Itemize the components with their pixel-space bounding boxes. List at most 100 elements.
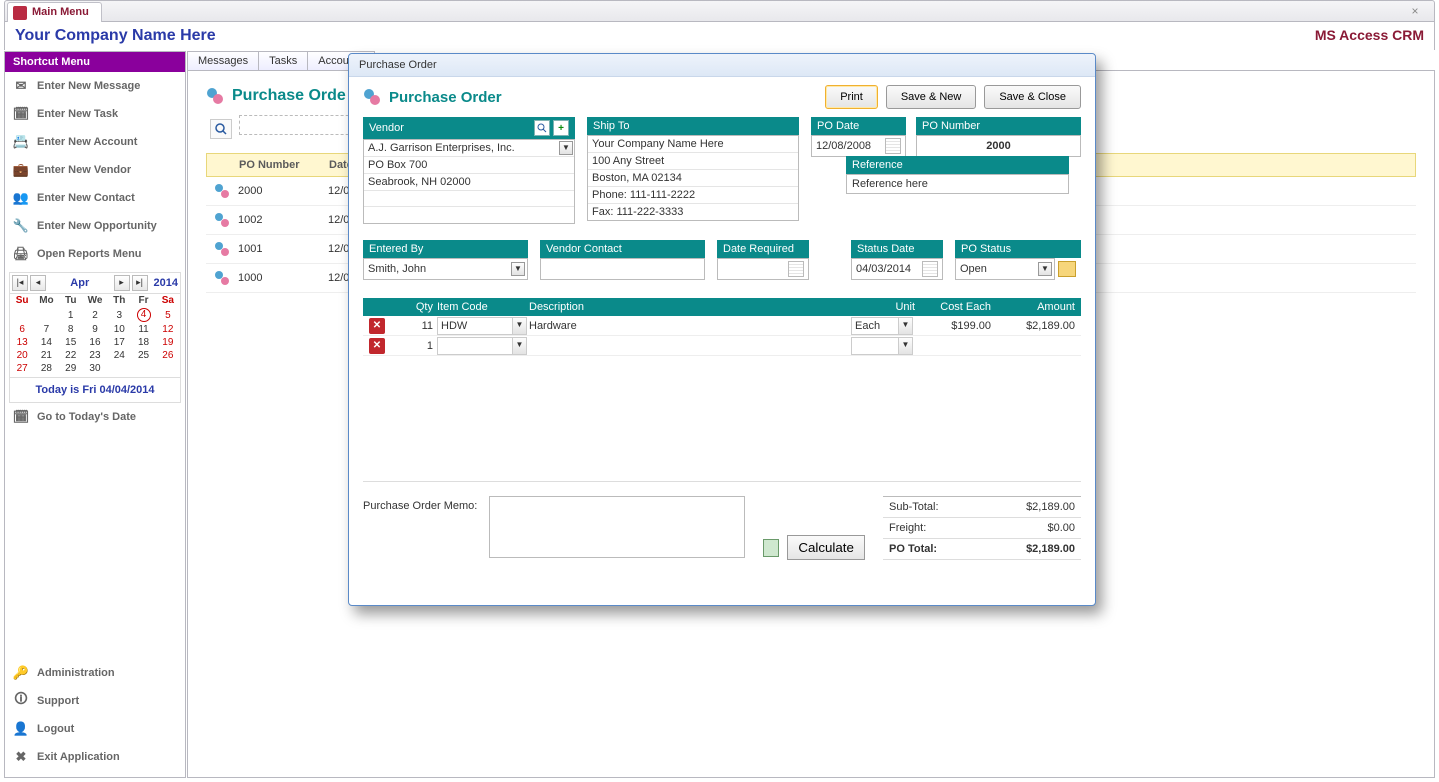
dropdown-icon[interactable]: ▼	[1038, 262, 1052, 276]
item-qty[interactable]: 1	[391, 340, 437, 352]
save-new-button[interactable]: Save & New	[886, 85, 977, 109]
calendar-day[interactable]: 4	[131, 307, 155, 323]
item-code-select[interactable]: ▼	[437, 337, 527, 355]
po-date-input[interactable]: 12/08/2008	[811, 135, 906, 157]
calendar-day[interactable]: 7	[34, 323, 58, 336]
calendar-day[interactable]: 14	[34, 336, 58, 349]
sidebar-bottom-2[interactable]: 👤Logout	[5, 715, 185, 743]
calendar-day[interactable]: 3	[107, 307, 131, 323]
calendar-day[interactable]: 2	[83, 307, 107, 323]
calendar-day[interactable]: 15	[59, 336, 83, 349]
sidebar-item-2[interactable]: 📇Enter New Account	[5, 128, 185, 156]
vendor-line[interactable]	[364, 207, 574, 223]
dropdown-icon[interactable]: ▼	[512, 318, 526, 334]
item-desc[interactable]: Hardware	[529, 320, 851, 332]
calendar-day[interactable]: 17	[107, 336, 131, 349]
status-folder-button[interactable]	[1058, 261, 1076, 277]
save-close-button[interactable]: Save & Close	[984, 85, 1081, 109]
sidebar-item-5[interactable]: 🔧Enter New Opportunity	[5, 212, 185, 240]
po-status-select[interactable]: Open ▼	[955, 258, 1055, 280]
dropdown-icon[interactable]: ▼	[511, 262, 525, 276]
date-required-input[interactable]	[717, 258, 809, 280]
tab-tasks[interactable]: Tasks	[258, 51, 308, 70]
dropdown-icon[interactable]: ▼	[898, 338, 912, 354]
vendor-contact-input[interactable]	[540, 258, 705, 280]
vendor-search-button[interactable]	[534, 120, 550, 136]
calculate-button[interactable]: Calculate	[787, 535, 865, 560]
sidebar-bottom-1[interactable]: 🛈Support	[5, 687, 185, 715]
sidebar-bottom-3[interactable]: ✖Exit Application	[5, 743, 185, 771]
calendar-day[interactable]: 16	[83, 336, 107, 349]
calendar-day[interactable]: 27	[10, 362, 34, 375]
calendar-day[interactable]: 11	[131, 323, 155, 336]
calendar-day[interactable]: 22	[59, 349, 83, 362]
calendar-day[interactable]: 19	[156, 336, 180, 349]
vendor-add-button[interactable]: +	[553, 120, 569, 136]
vendor-line[interactable]: Seabrook, NH 02000	[364, 174, 574, 191]
sidebar-item-6[interactable]: 🖨Open Reports Menu	[5, 240, 185, 268]
vendor-line[interactable]: PO Box 700	[364, 157, 574, 174]
calendar-prev-month-button[interactable]: ◂	[30, 275, 46, 291]
sidebar-item-1[interactable]: 🗓Enter New Task	[5, 100, 185, 128]
calendar-day[interactable]: 23	[83, 349, 107, 362]
delete-row-button[interactable]: ✕	[369, 338, 385, 354]
item-unit-select[interactable]: Each▼	[851, 317, 913, 335]
shipto-line[interactable]: Phone: 111-111-2222	[588, 187, 798, 204]
sidebar-icon: ✖	[13, 749, 29, 765]
calendar-day[interactable]: 1	[59, 307, 83, 323]
item-unit-select[interactable]: ▼	[851, 337, 913, 355]
dropdown-icon[interactable]: ▼	[512, 338, 526, 354]
purchase-order-icon	[214, 212, 238, 228]
item-qty[interactable]: 11	[391, 320, 437, 332]
calendar-day[interactable]: 10	[107, 323, 131, 336]
items-header: Qty Item Code Description Unit Cost Each…	[363, 298, 1081, 316]
calendar-picker-icon[interactable]	[788, 261, 804, 277]
calendar-day[interactable]: 29	[59, 362, 83, 375]
dropdown-icon[interactable]: ▼	[559, 141, 573, 155]
calendar-day[interactable]: 21	[34, 349, 58, 362]
memo-input[interactable]	[489, 496, 745, 558]
delete-row-button[interactable]: ✕	[369, 318, 385, 334]
calendar-day[interactable]: 6	[10, 323, 34, 336]
vendor-line[interactable]	[364, 191, 574, 207]
calendar-picker-icon[interactable]	[885, 138, 901, 154]
po-number-input[interactable]: 2000	[916, 135, 1081, 157]
calendar-day[interactable]: 5	[156, 307, 180, 323]
tab-messages[interactable]: Messages	[187, 51, 259, 70]
shipto-line[interactable]: Boston, MA 02134	[588, 170, 798, 187]
calendar-day[interactable]: 13	[10, 336, 34, 349]
print-button[interactable]: Print	[825, 85, 878, 109]
calendar-picker-icon[interactable]	[922, 261, 938, 277]
window-close-button[interactable]: ×	[1402, 4, 1428, 18]
sidebar-bottom-0[interactable]: 🔑Administration	[5, 659, 185, 687]
calendar-day[interactable]: 25	[131, 349, 155, 362]
calendar-day[interactable]: 12	[156, 323, 180, 336]
calendar-day[interactable]: 20	[10, 349, 34, 362]
sidebar-item-0[interactable]: ✉Enter New Message	[5, 72, 185, 100]
item-code-select[interactable]: HDW▼	[437, 317, 527, 335]
entered-by-select[interactable]: Smith, John ▼	[363, 258, 528, 280]
calendar-day[interactable]: 8	[59, 323, 83, 336]
goto-today-button[interactable]: 🗓 Go to Today's Date	[5, 403, 185, 431]
status-date-input[interactable]: 04/03/2014	[851, 258, 943, 280]
calendar-day[interactable]: 30	[83, 362, 107, 375]
search-button[interactable]	[210, 119, 232, 139]
calendar-day[interactable]: 24	[107, 349, 131, 362]
shipto-line[interactable]: 100 Any Street	[588, 153, 798, 170]
calendar-next-month-button[interactable]: ▸	[114, 275, 130, 291]
window-tab-main[interactable]: Main Menu	[7, 2, 102, 22]
calendar-next-year-button[interactable]: ▸|	[132, 275, 148, 291]
calendar-day[interactable]: 26	[156, 349, 180, 362]
calendar-prev-year-button[interactable]: |◂	[12, 275, 28, 291]
calendar-day[interactable]: 28	[34, 362, 58, 375]
calendar-day[interactable]: 9	[83, 323, 107, 336]
sidebar-item-4[interactable]: 👥Enter New Contact	[5, 184, 185, 212]
sidebar-item-3[interactable]: 💼Enter New Vendor	[5, 156, 185, 184]
shipto-line[interactable]: Fax: 111-222-3333	[588, 204, 798, 220]
reference-input[interactable]: Reference here	[846, 174, 1069, 194]
item-cost[interactable]: $199.00	[915, 320, 991, 332]
dropdown-icon[interactable]: ▼	[898, 318, 912, 334]
vendor-line[interactable]: A.J. Garrison Enterprises, Inc.▼	[364, 140, 574, 157]
calendar-day[interactable]: 18	[131, 336, 155, 349]
shipto-line[interactable]: Your Company Name Here	[588, 136, 798, 153]
